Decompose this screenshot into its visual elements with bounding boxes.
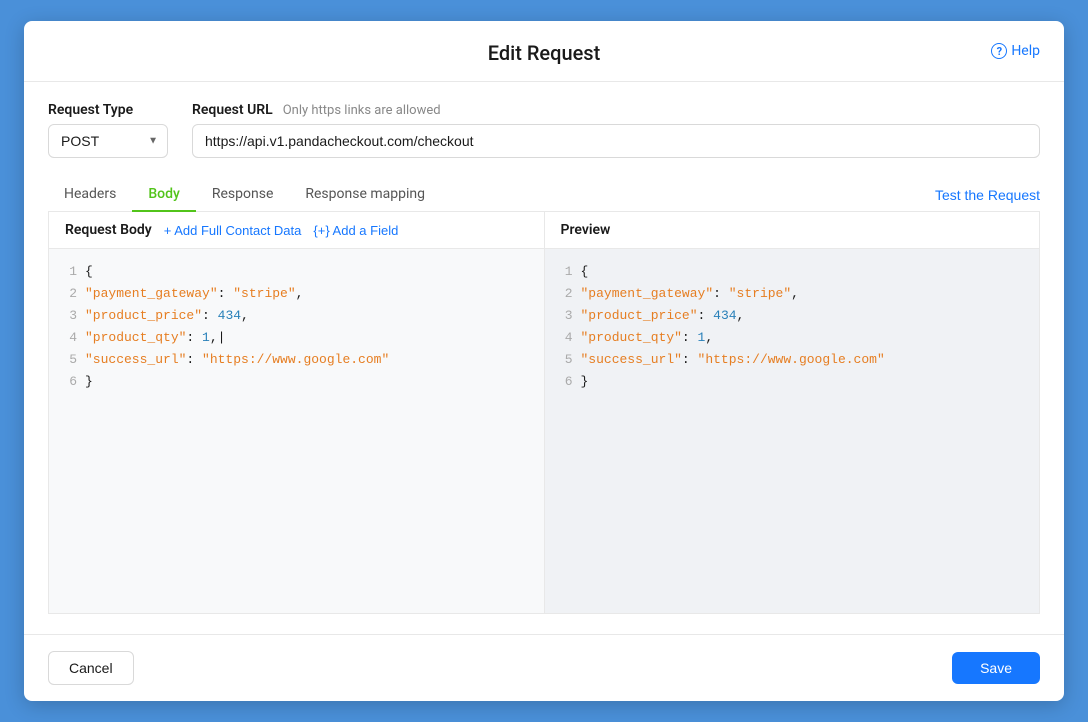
modal-title: Edit Request — [488, 41, 601, 65]
preview-editor: 1 { 2 "payment_gateway": "stripe", 3 "pr… — [545, 249, 1040, 613]
code-line: 3 "product_price": 434, — [57, 305, 536, 327]
form-row: Request Type POST GET PUT PATCH DELETE ▼ — [48, 102, 1040, 158]
request-body-editor[interactable]: 1 { 2 "payment_gateway": "stripe", 3 "pr… — [49, 249, 544, 613]
code-line: 4 "product_qty": 1, — [553, 327, 1032, 349]
code-line: 3 "product_price": 434, — [553, 305, 1032, 327]
url-hint: Only https links are allowed — [283, 103, 441, 118]
modal-body: Request Type POST GET PUT PATCH DELETE ▼ — [24, 82, 1064, 634]
add-field-button[interactable]: {+} Add a Field — [313, 223, 398, 238]
tab-response[interactable]: Response — [196, 178, 290, 212]
modal-header: Edit Request ? Help — [24, 21, 1064, 82]
save-button[interactable]: Save — [952, 652, 1040, 684]
preview-title: Preview — [561, 222, 611, 238]
tab-headers[interactable]: Headers — [48, 178, 132, 212]
code-line: 2 "payment_gateway": "stripe", — [553, 283, 1032, 305]
request-url-input[interactable] — [192, 124, 1040, 158]
add-full-contact-button[interactable]: + Add Full Contact Data — [164, 223, 302, 238]
code-line: 6 } — [553, 371, 1032, 393]
code-line: 5 "success_url": "https://www.google.com… — [553, 349, 1032, 371]
request-body-title: Request Body — [65, 222, 152, 238]
tabs-container: Headers Body Response Response mapping T… — [48, 178, 1040, 212]
request-url-label: Request URL — [192, 102, 273, 118]
request-type-select-wrapper: POST GET PUT PATCH DELETE ▼ — [48, 124, 168, 158]
url-label-row: Request URL Only https links are allowed — [192, 102, 1040, 118]
tab-response-mapping[interactable]: Response mapping — [289, 178, 441, 212]
cancel-button[interactable]: Cancel — [48, 651, 134, 685]
code-line: 1 { — [57, 261, 536, 283]
request-url-group: Request URL Only https links are allowed — [192, 102, 1040, 158]
help-link[interactable]: ? Help — [991, 43, 1040, 59]
request-body-pane: Request Body + Add Full Contact Data {+}… — [49, 212, 545, 613]
help-label: Help — [1011, 43, 1040, 59]
tab-body[interactable]: Body — [132, 178, 196, 212]
code-line: 6 } — [57, 371, 536, 393]
test-request-button[interactable]: Test the Request — [935, 179, 1040, 211]
request-body-header: Request Body + Add Full Contact Data {+}… — [49, 212, 544, 249]
modal-backdrop: Edit Request ? Help Request Type POST GE… — [0, 0, 1088, 722]
editor-area: Request Body + Add Full Contact Data {+}… — [48, 212, 1040, 614]
code-line: 4 "product_qty": 1,| — [57, 327, 536, 349]
request-type-label: Request Type — [48, 102, 168, 118]
modal-footer: Cancel Save — [24, 634, 1064, 701]
preview-header: Preview — [545, 212, 1040, 249]
code-line: 2 "payment_gateway": "stripe", — [57, 283, 536, 305]
code-line: 1 { — [553, 261, 1032, 283]
request-type-group: Request Type POST GET PUT PATCH DELETE ▼ — [48, 102, 168, 158]
help-icon: ? — [991, 43, 1007, 59]
preview-pane: Preview 1 { 2 "payment_gateway": "stripe… — [545, 212, 1040, 613]
code-line: 5 "success_url": "https://www.google.com… — [57, 349, 536, 371]
edit-request-modal: Edit Request ? Help Request Type POST GE… — [24, 21, 1064, 701]
request-type-select[interactable]: POST GET PUT PATCH DELETE — [48, 124, 168, 158]
